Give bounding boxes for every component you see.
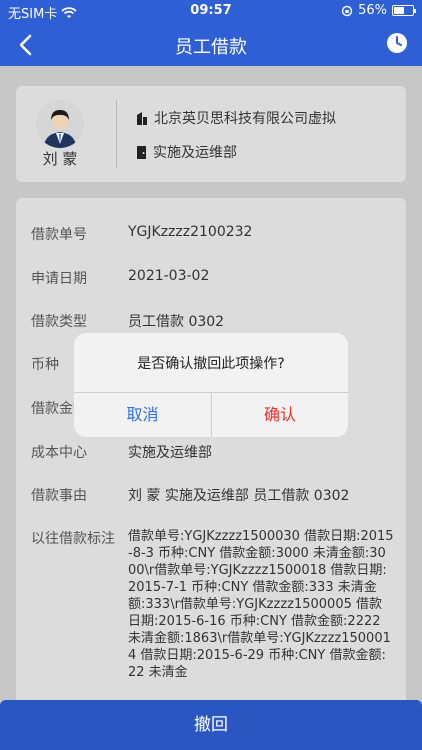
row-label: 成本中心 xyxy=(31,445,87,461)
row-label: 借款类型 xyxy=(31,314,87,330)
confirm-button[interactable]: 确认 xyxy=(212,393,348,437)
status-right: 56% xyxy=(341,3,416,18)
row-label: 申请日期 xyxy=(31,271,87,287)
battery-icon xyxy=(392,5,416,16)
row-label: 借款事由 xyxy=(31,488,87,504)
row-label: 币种 xyxy=(31,357,59,373)
user-card: 刘 蒙 北京英贝思科技有限公司虚拟 实施及运维部 xyxy=(16,86,406,182)
battery-fill xyxy=(394,7,405,14)
row-value: YGJKzzzz2100232 xyxy=(128,224,253,240)
confirm-dialog: 是否确认撤回此项操作? 取消 确认 xyxy=(74,333,348,437)
company-name: 北京英贝思科技有限公司虚拟 xyxy=(154,111,336,127)
row-value: 刘 蒙 实施及运维部 员工借款 0302 xyxy=(128,488,350,504)
battery-percent: 56% xyxy=(358,3,387,18)
card-divider xyxy=(116,100,117,168)
withdraw-button[interactable]: 撤回 xyxy=(0,700,422,750)
door-icon xyxy=(137,145,146,159)
status-bar: 无SIM卡 09:57 56% xyxy=(0,0,422,22)
avatar-image xyxy=(36,100,84,148)
orientation-lock-icon xyxy=(341,5,353,16)
history-clock-icon[interactable] xyxy=(384,30,410,56)
dialog-message: 是否确认撤回此项操作? xyxy=(137,356,285,372)
detail-card: 借款单号 YGJKzzzz2100232 申请日期 2021-03-02 借款类… xyxy=(16,198,406,718)
row-label: 以往借款标注 xyxy=(31,531,115,547)
avatar xyxy=(36,100,84,148)
building-icon xyxy=(137,111,147,125)
row-label: 借款单号 xyxy=(31,227,87,243)
row-value: 实施及运维部 xyxy=(128,445,212,461)
row-value: 员工借款 0302 xyxy=(128,314,225,330)
nav-bar: 员工借款 xyxy=(0,22,422,66)
user-name: 刘 蒙 xyxy=(42,150,78,168)
department-name: 实施及运维部 xyxy=(153,145,237,161)
page-title: 员工借款 xyxy=(175,37,247,58)
department-row: 实施及运维部 xyxy=(136,142,237,162)
company-row: 北京英贝思科技有限公司虚拟 xyxy=(136,108,336,128)
cancel-button[interactable]: 取消 xyxy=(74,393,211,437)
history-text: 借款单号:YGJKzzzz1500030 借款日期:2015-8-3 币种:CN… xyxy=(128,529,394,680)
row-value: 2021-03-02 xyxy=(128,268,210,284)
row-history: 以往借款标注 借款单号:YGJKzzzz1500030 借款日期:2015-8-… xyxy=(16,528,406,718)
